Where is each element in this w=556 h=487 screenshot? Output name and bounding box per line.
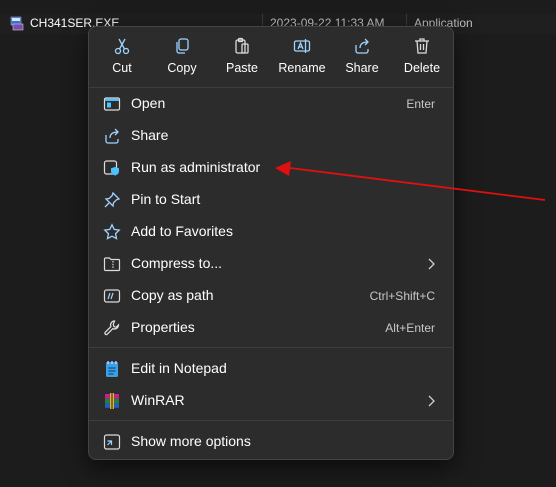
rename-label: Rename xyxy=(278,61,326,75)
wrench-icon xyxy=(104,320,120,336)
shortcut-text: Ctrl+Shift+C xyxy=(369,289,435,303)
paste-icon xyxy=(235,37,249,54)
menu-item-add-to-favorites[interactable]: Add to Favorites xyxy=(93,217,449,247)
delete-label: Delete xyxy=(403,61,441,75)
share-icon xyxy=(355,38,369,54)
rename-icon xyxy=(293,39,311,53)
menu-item-label: WinRAR xyxy=(131,392,185,408)
menu-item-label: Show more options xyxy=(131,433,251,449)
delete-button[interactable]: Delete xyxy=(392,31,452,85)
menu-item-label: Compress to... xyxy=(131,255,223,271)
menu-item-copy-as-path[interactable]: Copy as path Ctrl+Shift+C xyxy=(93,281,449,311)
shortcut-text: Enter xyxy=(406,97,435,111)
zip-folder-icon xyxy=(103,257,121,272)
chevron-right-icon xyxy=(428,258,435,270)
more-options-icon xyxy=(103,434,121,450)
paste-label: Paste xyxy=(226,61,258,75)
admin-shield-icon xyxy=(103,160,119,176)
cut-label: Cut xyxy=(112,61,132,75)
share-button[interactable]: Share xyxy=(332,31,392,85)
shortcut-text: Alt+Enter xyxy=(385,321,435,335)
menu-item-label: Pin to Start xyxy=(131,191,201,207)
menu-item-label: Add to Favorites xyxy=(131,223,233,239)
trash-icon xyxy=(415,38,429,54)
menu-item-label: Edit in Notepad xyxy=(131,360,227,376)
quick-actions-toolbar: Cut Copy Paste Rename Share Delete xyxy=(89,31,453,85)
menu-item-show-more-options[interactable]: Show more options xyxy=(93,427,449,457)
copy-label: Copy xyxy=(167,61,197,75)
installer-app-icon xyxy=(10,16,24,31)
menu-item-winrar[interactable]: WinRAR xyxy=(93,386,449,416)
paste-button[interactable]: Paste xyxy=(212,31,272,85)
cut-button[interactable]: Cut xyxy=(92,31,152,85)
menu-separator xyxy=(89,347,453,348)
menu-separator xyxy=(89,420,453,421)
chevron-right-icon xyxy=(428,395,435,407)
context-menu: Cut Copy Paste Rename Share Delete Open … xyxy=(88,26,454,460)
copy-path-icon xyxy=(103,289,121,303)
menu-item-compress-to[interactable]: Compress to... xyxy=(93,249,449,279)
menu-item-share[interactable]: Share xyxy=(93,121,449,151)
share-icon xyxy=(105,128,119,144)
copy-button[interactable]: Copy xyxy=(152,31,212,85)
open-window-icon xyxy=(103,97,121,111)
share-label: Share xyxy=(345,61,379,75)
menu-item-run-as-administrator[interactable]: Run as administrator xyxy=(93,153,449,183)
menu-item-label: Properties xyxy=(131,319,195,335)
menu-item-open[interactable]: Open Enter xyxy=(93,89,449,119)
menu-item-pin-to-start[interactable]: Pin to Start xyxy=(93,185,449,215)
rename-button[interactable]: Rename xyxy=(272,31,332,85)
winrar-icon xyxy=(105,393,119,409)
notepad-icon xyxy=(106,361,118,377)
menu-item-label: Share xyxy=(131,127,169,143)
pin-icon xyxy=(104,191,121,208)
menu-separator xyxy=(89,87,453,88)
copy-icon xyxy=(176,38,189,54)
menu-item-label: Copy as path xyxy=(131,287,214,303)
scissors-icon xyxy=(114,38,130,55)
menu-item-edit-in-notepad[interactable]: Edit in Notepad xyxy=(93,354,449,384)
menu-item-properties[interactable]: Properties Alt+Enter xyxy=(93,313,449,343)
menu-item-label: Open xyxy=(131,95,166,111)
menu-item-label: Run as administrator xyxy=(131,159,261,175)
star-icon xyxy=(103,223,121,240)
